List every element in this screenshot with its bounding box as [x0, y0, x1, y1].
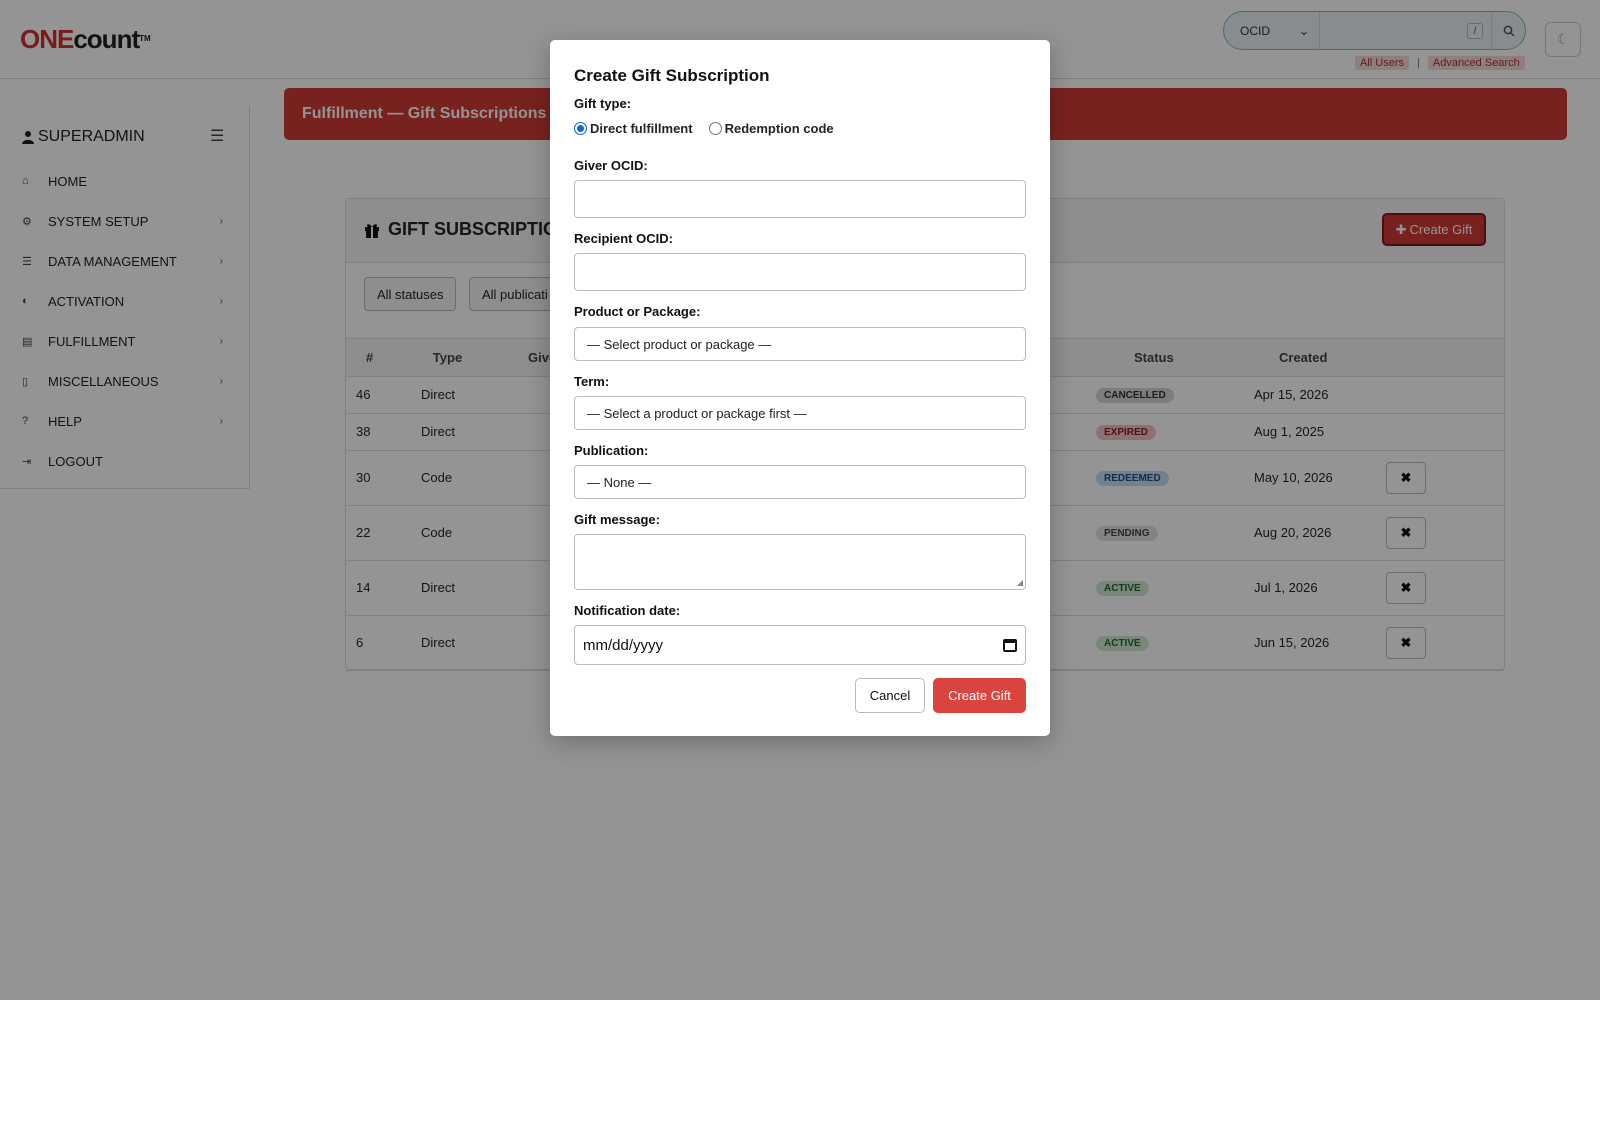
recipient-ocid-label: Recipient OCID:: [574, 231, 673, 246]
term-label: Term:: [574, 374, 610, 389]
resize-handle-icon[interactable]: ◢: [1017, 579, 1023, 587]
modal-title: Create Gift Subscription: [574, 66, 770, 85]
create-gift-modal: Create Gift Subscription Gift type: Dire…: [550, 40, 1050, 736]
gift-type-radio-group: Direct fulfillment Redemption code: [574, 121, 834, 136]
gift-message-textarea[interactable]: ◢: [574, 534, 1026, 590]
giver-ocid-input[interactable]: [574, 180, 1026, 218]
product-package-select[interactable]: — Select product or package —: [574, 327, 1026, 361]
cancel-button[interactable]: Cancel: [855, 678, 925, 713]
radio-direct-label: Direct fulfillment: [590, 121, 693, 136]
radio-direct-dot[interactable]: [574, 122, 587, 135]
radio-redemption-label: Redemption code: [724, 121, 834, 136]
radio-redemption-dot[interactable]: [708, 122, 722, 135]
create-gift-button[interactable]: Create Gift: [933, 678, 1026, 713]
product-package-label: Product or Package:: [574, 304, 701, 319]
notification-date-placeholder: mm/dd/yyyy: [583, 636, 664, 654]
publication-label: Publication:: [574, 443, 649, 458]
notification-date-input[interactable]: mm/dd/yyyy: [574, 625, 1026, 665]
calendar-icon[interactable]: [1003, 638, 1017, 652]
term-select[interactable]: — Select a product or package first —: [574, 396, 1026, 430]
gift-type-label: Gift type:: [574, 96, 632, 111]
publication-select[interactable]: — None —: [574, 465, 1026, 499]
radio-direct-fulfillment[interactable]: Direct fulfillment: [574, 121, 693, 136]
radio-redemption-code[interactable]: Redemption code: [708, 121, 834, 136]
gift-message-label: Gift message:: [574, 512, 660, 527]
giver-ocid-label: Giver OCID:: [574, 158, 648, 173]
recipient-ocid-input[interactable]: [574, 253, 1026, 291]
notification-date-label: Notification date:: [574, 603, 681, 618]
